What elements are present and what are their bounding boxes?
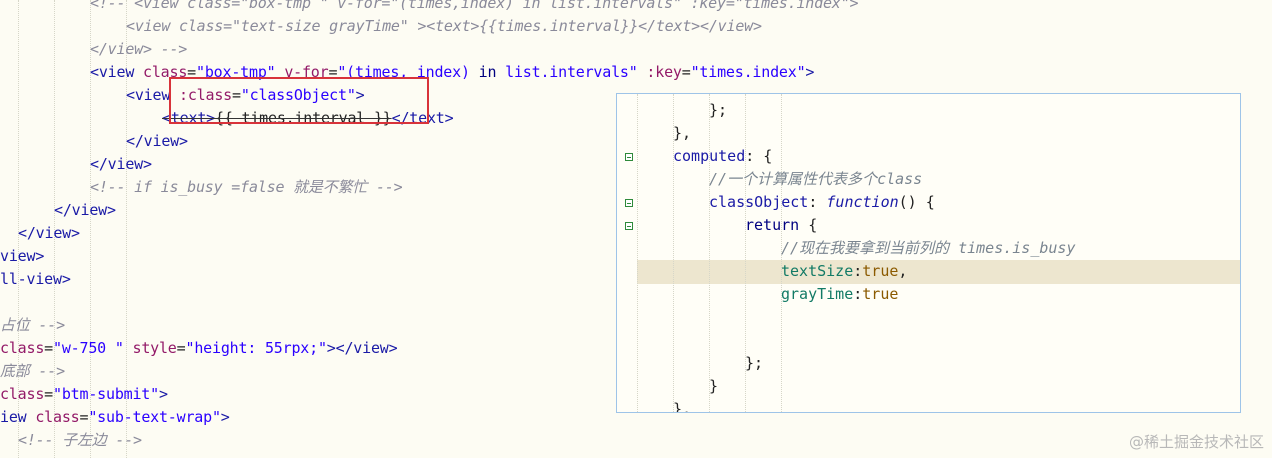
code-line: classObject: function() { xyxy=(709,193,935,211)
code-line: <!-- <view class="box-tmp " v-for="(time… xyxy=(90,0,859,12)
code-line: </view> xyxy=(90,155,152,173)
code-line: }; xyxy=(745,354,764,372)
code-line: <!-- 子左边 --> xyxy=(18,431,142,449)
code-preview-popup[interactable]: }; }, computed: { //一个计算属性代表多个class clas… xyxy=(616,93,1241,413)
code-line: //现在我要拿到当前列的 times.is_busy xyxy=(781,239,1076,257)
code-line: view> xyxy=(0,247,45,265)
watermark: @稀土掘金技术社区 xyxy=(1128,433,1264,451)
code-line: 占位 --> xyxy=(0,316,65,334)
code-line: }, xyxy=(673,400,692,413)
code-line: } xyxy=(709,377,719,395)
code-line: </view> xyxy=(18,224,80,242)
indent-guide xyxy=(709,94,710,412)
code-line: ll-view> xyxy=(0,270,71,288)
current-line-highlight xyxy=(637,260,1240,284)
code-line: textSize:true, xyxy=(781,262,908,280)
red-highlight-box xyxy=(169,77,429,124)
code-line: </view> xyxy=(126,132,188,150)
code-line: }; xyxy=(709,101,728,119)
indent-guide xyxy=(637,94,638,412)
code-line: </view> --> xyxy=(90,40,188,58)
code-line: </view> xyxy=(54,201,116,219)
code-line: class="w-750 " style="height: 55rpx;"></… xyxy=(0,339,398,357)
fold-toggle-icon[interactable] xyxy=(625,153,633,161)
code-line: <!-- if is_busy =false 就是不繁忙 --> xyxy=(90,178,403,196)
code-line: return { xyxy=(745,216,818,234)
fold-toggle-icon[interactable] xyxy=(625,222,633,230)
code-line: class="btm-submit"> xyxy=(0,385,168,403)
code-line: computed: { xyxy=(673,147,773,165)
code-line: iew class="sub-text-wrap"> xyxy=(0,408,230,426)
code-line: grayTime:true xyxy=(781,285,899,303)
code-line: 底部 --> xyxy=(0,362,65,380)
code-line: }, xyxy=(673,124,692,142)
fold-toggle-icon[interactable] xyxy=(625,199,633,207)
code-line: //一个计算属性代表多个class xyxy=(709,170,923,188)
code-line: <view class="text-size grayTime" ><text>… xyxy=(126,17,762,35)
